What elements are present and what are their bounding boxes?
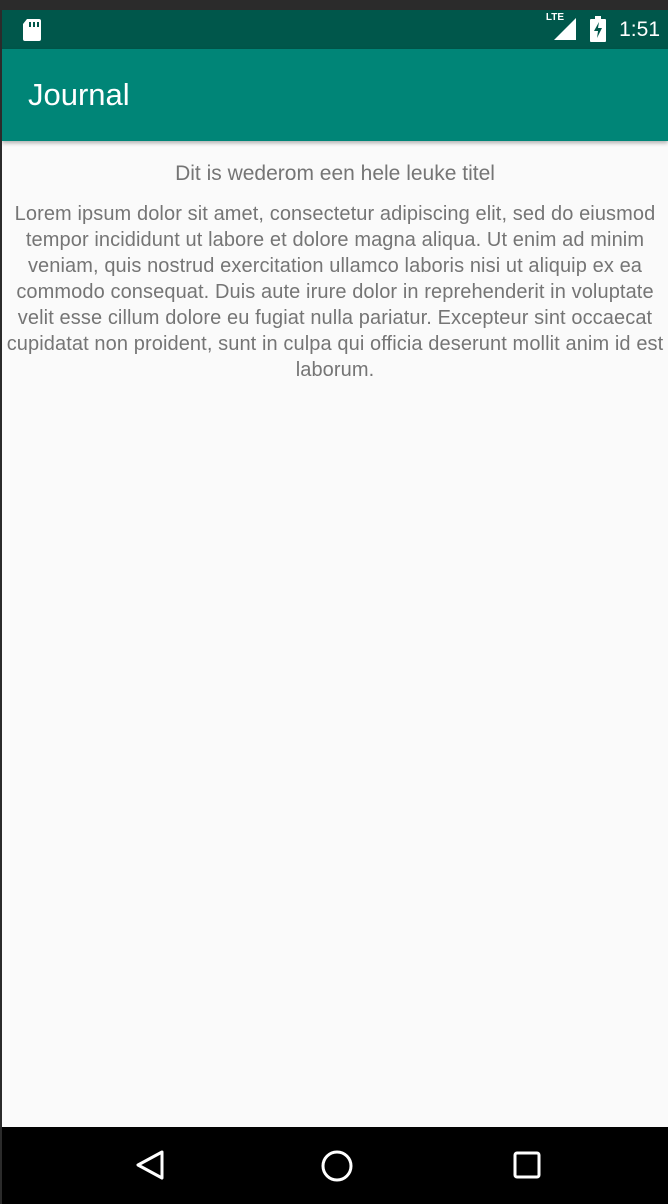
entry-body: Lorem ipsum dolor sit amet, consectetur … bbox=[6, 203, 664, 381]
sd-card-icon bbox=[22, 18, 42, 47]
device-screen: LTE 1:51 Journal Dit is wederom een hele… bbox=[2, 10, 668, 1204]
app-title: Journal bbox=[28, 77, 130, 112]
back-icon[interactable] bbox=[134, 1149, 166, 1186]
navigation-bar bbox=[2, 1127, 668, 1204]
signal-icon bbox=[554, 18, 576, 45]
clock: 1:51 bbox=[619, 18, 660, 41]
app-bar: Journal bbox=[2, 49, 668, 141]
entry-title: Dit is wederom een hele leuke titel bbox=[175, 162, 495, 185]
battery-charging-icon bbox=[590, 16, 606, 47]
home-icon[interactable] bbox=[320, 1149, 354, 1188]
recents-icon[interactable] bbox=[511, 1149, 543, 1186]
journal-entry: Dit is wederom een hele leuke titel Lore… bbox=[2, 141, 668, 1127]
status-bar: LTE 1:51 bbox=[2, 10, 668, 49]
